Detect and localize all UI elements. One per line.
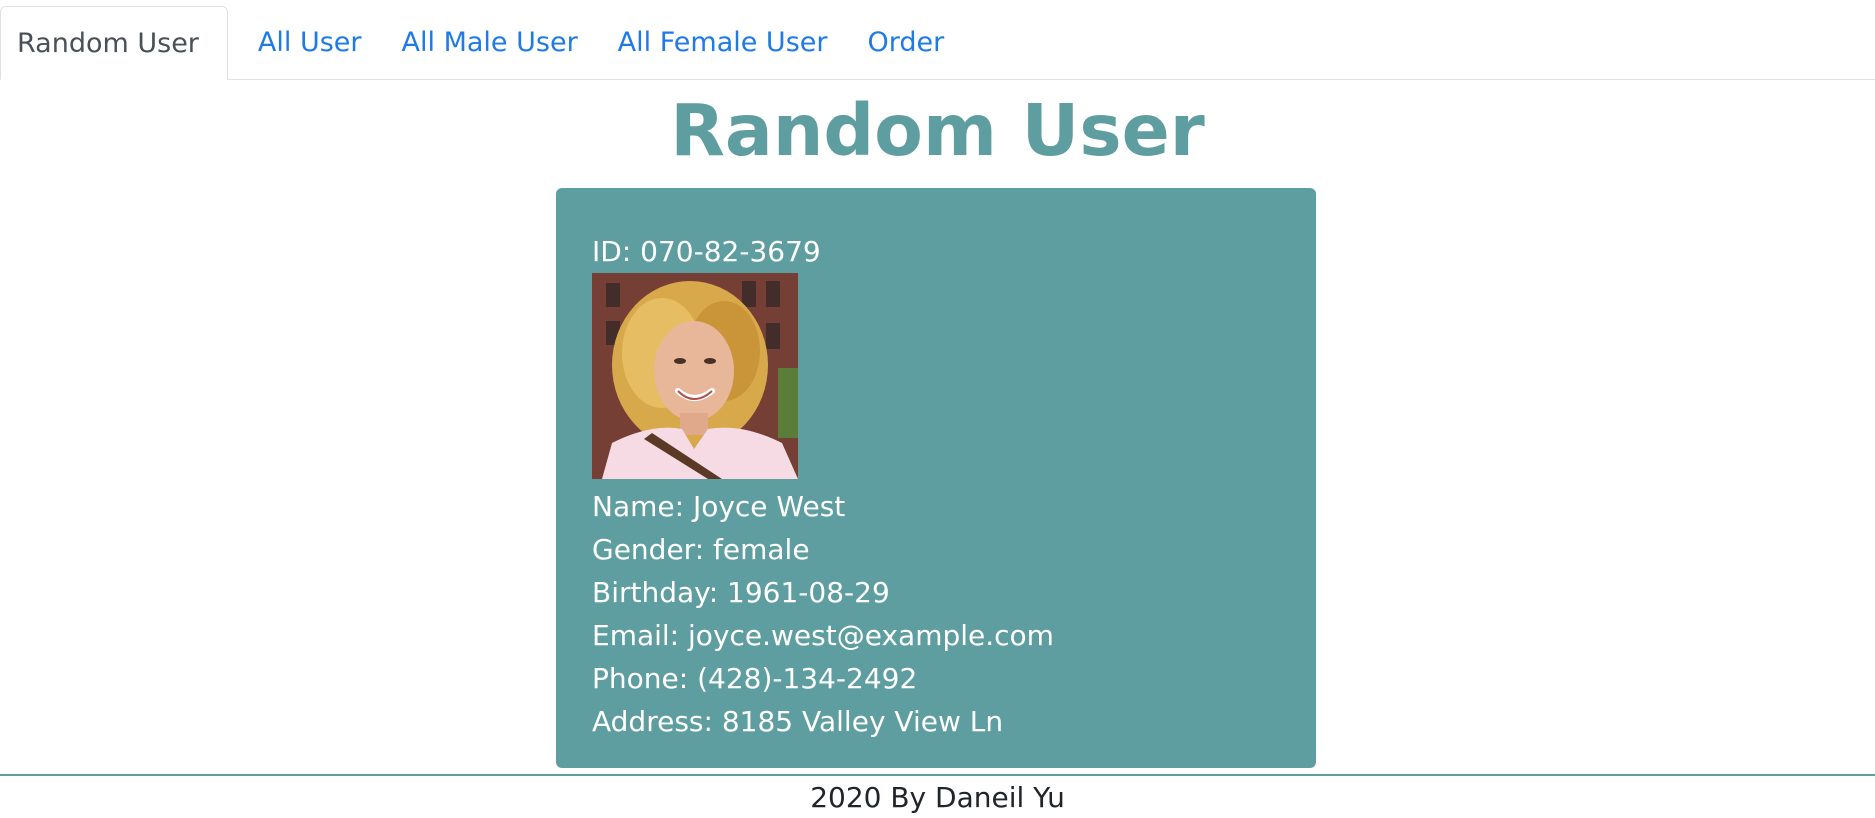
field-address-label: Address: <box>592 705 713 738</box>
field-email-label: Email: <box>592 619 680 652</box>
field-email-value: joyce.west@example.com <box>688 619 1054 652</box>
field-address-value: 8185 Valley View Ln <box>721 705 1004 738</box>
tab-all-user[interactable]: All User <box>228 6 382 79</box>
user-card: ID: 070-82-3679 Name: Joyce West Gender:… <box>556 188 1316 768</box>
user-id-value: 070-82-3679 <box>640 235 821 268</box>
field-name-value: Joyce West <box>692 490 846 523</box>
field-gender: Gender: female <box>592 528 1280 571</box>
tab-all-female-user[interactable]: All Female User <box>598 6 848 79</box>
tab-order[interactable]: Order <box>847 6 964 79</box>
footer-divider <box>0 774 1875 776</box>
field-gender-value: female <box>713 533 810 566</box>
user-id-label: ID: <box>592 235 632 268</box>
field-phone: Phone: (428)-134-2492 <box>592 657 1280 700</box>
field-birthday-value: 1961-08-29 <box>727 576 890 609</box>
field-gender-label: Gender: <box>592 533 705 566</box>
field-birthday: Birthday: 1961-08-29 <box>592 571 1280 614</box>
footer-credit: 2020 By Daneil Yu <box>810 781 1065 814</box>
user-id: ID: 070-82-3679 <box>592 230 1280 273</box>
tab-all-male-user[interactable]: All Male User <box>382 6 598 79</box>
field-name-label: Name: <box>592 490 685 523</box>
field-name: Name: Joyce West <box>592 485 1280 528</box>
field-phone-value: (428)-134-2492 <box>697 662 918 695</box>
tab-random-user[interactable]: Random User <box>0 6 228 80</box>
nav-tabs: Random User All User All Male User All F… <box>0 0 1875 80</box>
page-title: Random User <box>670 89 1205 172</box>
user-photo-icon <box>592 273 798 479</box>
field-phone-label: Phone: <box>592 662 689 695</box>
field-email: Email: joyce.west@example.com <box>592 614 1280 657</box>
field-birthday-label: Birthday: <box>592 576 719 609</box>
field-address: Address: 8185 Valley View Ln <box>592 700 1280 743</box>
